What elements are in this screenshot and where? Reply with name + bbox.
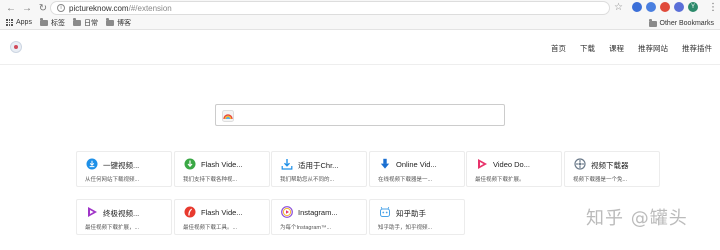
forward-arrow-icon[interactable]: → [20,1,34,15]
card-description: 为每个Instagram™... [280,225,332,231]
extension-card[interactable]: Flash Vide... 我们支持下载各种视... [174,151,270,187]
extension-blue-icon[interactable] [632,2,642,12]
bookmarks-bar: Apps 标签 日常 博客 Other Bookmarks [0,16,720,30]
extension-card[interactable]: Video Do... 最佳视频下载扩展。 [466,151,562,187]
extension-card[interactable]: 终极视频... 最佳视频下载扩展，... [76,199,172,235]
card-description: 我们支持下载各种视... [183,177,238,183]
card-title: 视频下载器 [591,161,629,170]
bookmark-star-icon[interactable]: ☆ [614,2,623,14]
extension-icons: Y [632,2,698,12]
browser-toolbar: ← → ↻ i pictureknow.com/#/extension ☆ Y … [0,0,720,16]
download-tray-icon [281,159,293,170]
bookmark-folder-tags[interactable]: 标签 [39,18,65,28]
search-input[interactable] [215,104,505,126]
download-arrow-green-icon [184,158,196,170]
card-description: 我们帮助您从不同的... [280,177,335,183]
url-text: pictureknow.com/#/extension [69,3,172,13]
zhihu-watermark: 知乎 @罐头 [586,208,688,229]
other-bookmarks-label: Other Bookmarks [659,20,714,27]
card-title: 适用于Chr... [298,161,339,170]
card-title: Instagram... [298,208,338,217]
nav-item-recommended-sites[interactable]: 推荐网站 [638,43,668,54]
card-description: 最佳视频下载扩展。 [475,177,525,183]
download-circle-icon [86,158,98,170]
card-title: 知乎助手 [396,209,426,218]
folder-icon [39,18,48,26]
bookmark-folder-blog[interactable]: 博客 [105,18,131,28]
bookmark-label: Apps [16,19,32,26]
card-title: Flash Vide... [201,208,243,217]
apps-grid-icon [6,19,13,26]
rainbow-search-icon [222,110,234,122]
extension-card[interactable]: 视频下载器 视频下载器是一个免... [564,151,660,187]
card-description: 从任何网站下载视频... [85,177,140,183]
card-title: Online Vid... [396,160,437,169]
extension-card[interactable]: 知乎助手 知乎助手，知乎视频... [369,199,465,235]
film-reel-icon [574,158,586,170]
extension-play-icon[interactable] [674,2,684,12]
other-bookmarks[interactable]: Other Bookmarks [648,19,714,27]
card-description: 视频下载器是一个免... [573,177,628,183]
extension-translate-icon[interactable] [646,2,656,12]
card-description: 最佳视频下载扩展，... [85,225,140,231]
card-title: 终极视频... [103,209,140,218]
bookmark-label: 日常 [83,19,98,27]
instagram-play-icon [281,206,293,218]
bookmark-folder-daily[interactable]: 日常 [72,18,98,28]
robot-helper-icon [380,206,390,217]
card-title: 一键视频... [103,161,140,170]
site-info-icon[interactable]: i [57,4,65,12]
main-nav: 首页 下载 课程 推荐网站 推荐插件 [551,43,712,54]
extension-card[interactable]: 一键视频... 从任何网站下载视频... [76,151,172,187]
download-arrow-blue-icon [380,158,390,169]
nav-item-download[interactable]: 下载 [580,43,595,54]
bookmark-label: 博客 [116,19,131,27]
bookmark-label: 标签 [50,19,65,27]
nav-buttons: ← → ↻ [4,1,50,15]
flash-red-icon [184,206,196,218]
extension-card[interactable]: Instagram... 为每个Instagram™... [271,199,367,235]
card-description: 知乎助手，知乎视频... [378,225,433,231]
play-triangle-icon [478,159,487,169]
nav-item-home[interactable]: 首页 [551,43,566,54]
card-description: 在线视频下载器是一... [378,177,433,183]
bookmark-apps[interactable]: Apps [6,19,32,26]
site-logo[interactable] [10,41,22,53]
site-header: 首页 下载 课程 推荐网站 推荐插件 [0,31,720,65]
play-triangle-purple-icon [88,207,97,217]
folder-icon [648,19,657,27]
extension-card[interactable]: Flash Vide... 最佳视频下载工具。... [174,199,270,235]
nav-item-courses[interactable]: 课程 [609,43,624,54]
address-bar[interactable]: i pictureknow.com/#/extension [50,1,610,15]
nav-item-recommended-extensions[interactable]: 推荐插件 [682,43,712,54]
folder-icon [72,18,81,26]
back-arrow-icon[interactable]: ← [4,1,18,15]
folder-icon [105,18,114,26]
card-description: 最佳视频下载工具。... [183,225,238,231]
reload-icon[interactable]: ↻ [36,1,50,15]
card-title: Flash Vide... [201,160,243,169]
card-title: Video Do... [493,160,530,169]
extension-card[interactable]: 适用于Chr... 我们帮助您从不同的... [271,151,367,187]
menu-kebab-icon[interactable]: ⋮ [708,2,718,14]
extension-red-icon[interactable] [660,2,670,12]
profile-avatar[interactable]: Y [688,2,698,12]
extension-card[interactable]: Online Vid... 在线视频下载器是一... [369,151,465,187]
